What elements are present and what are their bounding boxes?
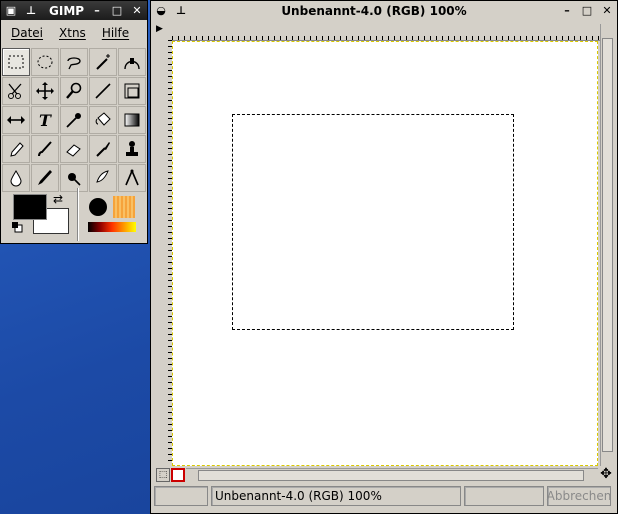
paintbrush-icon[interactable] (31, 135, 59, 163)
image-statusbar: Unbenannt-4.0 (RGB) 100% Abbrechen (154, 486, 614, 508)
pin-icon[interactable]: ⊥ (173, 3, 189, 19)
scissors-icon[interactable] (2, 77, 30, 105)
minimize-icon[interactable]: – (559, 3, 575, 19)
vertical-ruler[interactable] (156, 40, 173, 466)
svg-text:T: T (39, 111, 52, 130)
crop-icon[interactable] (89, 77, 117, 105)
transform-icon[interactable] (118, 77, 146, 105)
status-text: Unbenannt-4.0 (RGB) 100% (211, 486, 461, 506)
horizontal-scroll-thumb[interactable] (198, 470, 584, 481)
toolbox-title: GIMP (49, 3, 85, 18)
airbrush-icon[interactable] (89, 135, 117, 163)
window-menu-icon[interactable]: ◒ (153, 3, 169, 19)
tool-grid: T (2, 48, 146, 192)
progress-area (464, 486, 544, 506)
eraser-icon[interactable] (60, 135, 88, 163)
default-colors-icon[interactable] (11, 221, 23, 233)
clone-icon[interactable] (118, 135, 146, 163)
flip-icon[interactable] (2, 106, 30, 134)
vertical-scroll-thumb[interactable] (602, 38, 613, 452)
quickmask-off-icon[interactable]: ⬚ (156, 468, 170, 482)
swap-colors-icon[interactable]: ⇄ (53, 192, 63, 206)
pattern-preview[interactable] (113, 196, 135, 218)
color-picker-icon[interactable] (60, 106, 88, 134)
menu-xtns[interactable]: Xtns (51, 26, 94, 40)
quickmask-on-icon[interactable] (171, 468, 185, 482)
toolbox-titlebar[interactable]: ▣ ⊥ GIMP – □ ✕ (1, 1, 147, 20)
horizontal-ruler[interactable] (172, 24, 600, 41)
pencil-icon[interactable] (2, 135, 30, 163)
color-divider (77, 188, 78, 241)
move-icon[interactable] (31, 77, 59, 105)
pin-icon[interactable]: ⊥ (23, 3, 39, 19)
bucket-fill-icon[interactable] (89, 106, 117, 134)
rectangle-selection[interactable] (232, 114, 514, 330)
menu-hilfe[interactable]: Hilfe (94, 26, 137, 40)
magnify-icon[interactable] (60, 77, 88, 105)
brush-preview[interactable] (89, 198, 107, 216)
blend-icon[interactable] (118, 106, 146, 134)
menu-datei[interactable]: Datei (3, 26, 51, 40)
lasso-icon[interactable] (60, 48, 88, 76)
navigate-icon[interactable]: ✥ (598, 466, 614, 482)
close-icon[interactable]: ✕ (129, 3, 145, 19)
minimize-icon[interactable]: – (89, 3, 105, 19)
color-area: ⇄ (3, 188, 146, 241)
bezier-path-icon[interactable] (118, 48, 146, 76)
magic-wand-icon[interactable] (89, 48, 117, 76)
close-icon[interactable]: ✕ (599, 3, 615, 19)
foreground-color-swatch[interactable] (13, 194, 47, 220)
vertical-scrollbar[interactable] (600, 24, 615, 466)
ellipse-select-icon[interactable] (31, 48, 59, 76)
pointer-coordinates (154, 486, 208, 506)
horizontal-scrollbar[interactable] (186, 468, 598, 483)
rect-select-icon[interactable] (2, 48, 30, 76)
image-titlebar[interactable]: ◒ ⊥ Unbenannt-4.0 (RGB) 100% – □ ✕ (151, 1, 617, 20)
toolbox-menubar: Datei Xtns Hilfe (3, 22, 145, 44)
cancel-button[interactable]: Abbrechen (547, 486, 611, 506)
toolbox-window: ▣ ⊥ GIMP – □ ✕ Datei Xtns Hilfe T ⇄ (0, 0, 148, 244)
maximize-icon[interactable]: □ (579, 3, 595, 19)
image-title: Unbenannt-4.0 (RGB) 100% (281, 3, 467, 18)
text-icon[interactable]: T (31, 106, 59, 134)
maximize-icon[interactable]: □ (109, 3, 125, 19)
window-menu-icon[interactable]: ▣ (3, 3, 19, 19)
image-menu-arrow-icon[interactable]: ▶ (156, 24, 170, 38)
gradient-preview[interactable] (88, 222, 136, 232)
